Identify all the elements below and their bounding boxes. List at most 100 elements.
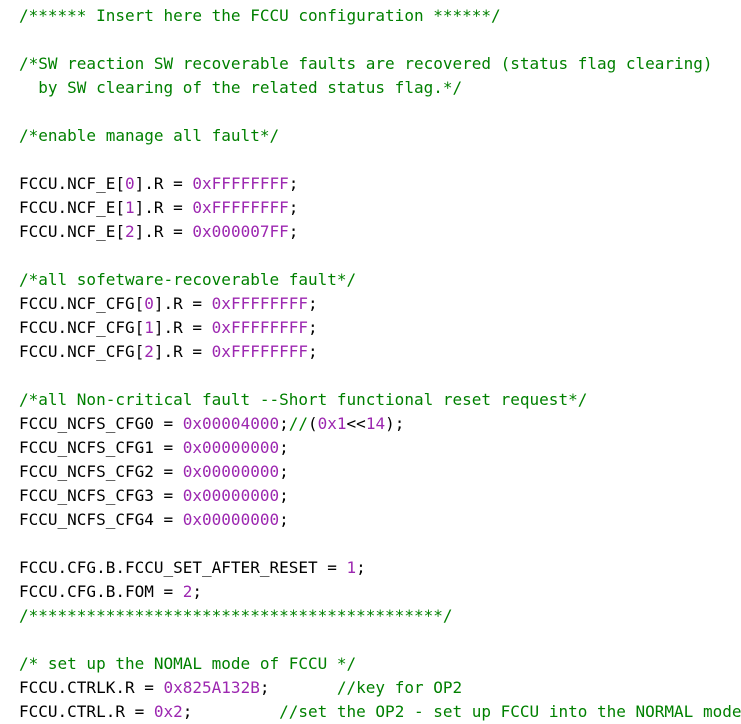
code-line[interactable] [19, 532, 741, 556]
code-line[interactable] [19, 244, 741, 268]
code-token-plain: FCCU.NCF_E[ [19, 198, 125, 217]
code-line[interactable]: FCCU_NCFS_CFG4 = 0x00000000; [19, 508, 741, 532]
code-token-comment: /*all sofetware-recoverable fault*/ [19, 270, 357, 289]
code-token-plain: ; [279, 462, 289, 481]
code-line[interactable]: FCCU_NCFS_CFG3 = 0x00000000; [19, 484, 741, 508]
code-token-comment: // [288, 414, 308, 433]
code-token-plain: ; [259, 678, 337, 697]
code-line[interactable] [19, 364, 741, 388]
code-token-plain: FCCU.CFG.B.FCCU_SET_AFTER_RESET = [19, 558, 347, 577]
code-token-num: 0x1 [317, 414, 347, 433]
code-token-comment: /*SW reaction SW recoverable faults are … [19, 54, 713, 73]
code-token-plain: FCCU.NCF_CFG[ [19, 294, 145, 313]
code-token-comment: /***************************************… [19, 606, 453, 625]
code-token-plain: FCCU_NCFS_CFG4 = [19, 510, 183, 529]
code-token-plain: ; [279, 438, 289, 457]
code-line[interactable]: FCCU.CTRLK.R = 0x825A132B; //key for OP2 [19, 676, 741, 700]
code-token-plain: FCCU.CTRLK.R = [19, 678, 164, 697]
code-token-plain: FCCU.CFG.B.FOM = [19, 582, 183, 601]
code-token-comment: //set the OP2 - set up FCCU into the NOR… [279, 702, 741, 721]
code-token-plain: ].R = [134, 222, 193, 241]
code-token-plain: ; [308, 318, 318, 337]
code-token-num: 2 [124, 222, 135, 241]
code-line[interactable]: FCCU.NCF_E[2].R = 0x000007FF; [19, 220, 741, 244]
code-token-comment: //key for OP2 [336, 678, 463, 697]
code-line[interactable] [19, 148, 741, 172]
code-token-plain: FCCU.NCF_CFG[ [19, 342, 145, 361]
code-line[interactable]: /* set up the NOMAL mode of FCCU */ [19, 652, 741, 676]
code-token-plain: ; [308, 342, 318, 361]
code-token-plain: ].R = [153, 342, 212, 361]
code-token-plain: ; [308, 294, 318, 313]
code-token-comment: by SW clearing of the related status fla… [19, 78, 463, 97]
code-line[interactable]: FCCU.CFG.B.FOM = 2; [19, 580, 741, 604]
code-token-plain: ; [288, 174, 299, 193]
code-line[interactable]: /****** Insert here the FCCU configurati… [19, 4, 741, 28]
code-line[interactable]: FCCU.CTRL.R = 0x2; //set the OP2 - set u… [19, 700, 741, 724]
code-token-num: 1 [144, 318, 154, 337]
code-line[interactable]: FCCU.NCF_CFG[0].R = 0xFFFFFFFF; [19, 292, 741, 316]
code-line[interactable]: FCCU_NCFS_CFG0 = 0x00004000;//(0x1<<14); [19, 412, 741, 436]
code-token-num: 0xFFFFFFFF [211, 294, 308, 313]
code-token-num: 0x00004000 [182, 414, 280, 433]
code-token-plain: ; [288, 198, 299, 217]
code-token-plain: << [346, 414, 366, 433]
code-token-plain: ; [279, 510, 289, 529]
code-token-plain: ; [279, 486, 289, 505]
code-token-num: 0x2 [153, 702, 183, 721]
code-token-comment: /****** Insert here the FCCU configurati… [19, 6, 501, 25]
code-token-plain: ); [385, 414, 405, 433]
code-token-num: 0xFFFFFFFF [211, 318, 308, 337]
code-token-num: 0x00000000 [182, 462, 280, 481]
code-token-num: 0x00000000 [182, 510, 280, 529]
code-line[interactable] [19, 628, 741, 652]
code-token-plain: ].R = [134, 198, 193, 217]
code-token-plain: FCCU_NCFS_CFG2 = [19, 462, 183, 481]
code-token-num: 0x00000000 [182, 486, 280, 505]
code-line[interactable]: /*all Non-critical fault --Short functio… [19, 388, 741, 412]
code-token-num: 0 [144, 294, 154, 313]
code-token-plain: ; [279, 414, 289, 433]
code-line[interactable]: /***************************************… [19, 604, 741, 628]
code-token-plain: ( [308, 414, 318, 433]
code-token-comment: /* set up the NOMAL mode of FCCU */ [19, 654, 357, 673]
code-token-plain: ].R = [153, 294, 212, 313]
code-token-num: 0x000007FF [192, 222, 289, 241]
code-token-plain: ].R = [153, 318, 212, 337]
code-line-list: /****** Insert here the FCCU configurati… [0, 0, 741, 724]
code-token-plain: ; [182, 702, 280, 721]
code-line[interactable]: /*enable manage all fault*/ [19, 124, 741, 148]
code-line[interactable]: FCCU_NCFS_CFG1 = 0x00000000; [19, 436, 741, 460]
code-line[interactable] [19, 100, 741, 124]
code-token-num: 2 [144, 342, 154, 361]
code-token-plain: FCCU_NCFS_CFG1 = [19, 438, 183, 457]
code-token-num: 0x00000000 [182, 438, 280, 457]
code-line[interactable]: FCCU.NCF_E[1].R = 0xFFFFFFFF; [19, 196, 741, 220]
code-token-num: 0x825A132B [163, 678, 260, 697]
code-line[interactable]: FCCU.NCF_CFG[1].R = 0xFFFFFFFF; [19, 316, 741, 340]
code-token-num: 0xFFFFFFFF [192, 198, 289, 217]
code-token-plain: ; [356, 558, 366, 577]
code-line[interactable]: FCCU_NCFS_CFG2 = 0x00000000; [19, 460, 741, 484]
code-line[interactable]: by SW clearing of the related status fla… [19, 76, 741, 100]
code-token-plain: FCCU.CTRL.R = [19, 702, 154, 721]
code-token-plain: FCCU_NCFS_CFG3 = [19, 486, 183, 505]
code-line[interactable] [19, 28, 741, 52]
code-token-plain: FCCU.NCF_E[ [19, 222, 125, 241]
code-token-num: 0 [124, 174, 135, 193]
code-token-num: 1 [346, 558, 357, 577]
code-line[interactable]: /*all sofetware-recoverable fault*/ [19, 268, 741, 292]
code-token-num: 14 [365, 414, 386, 433]
code-line[interactable]: FCCU.NCF_E[0].R = 0xFFFFFFFF; [19, 172, 741, 196]
code-token-comment: /*enable manage all fault*/ [19, 126, 280, 145]
code-token-num: 0xFFFFFFFF [211, 342, 308, 361]
code-line[interactable]: /*SW reaction SW recoverable faults are … [19, 52, 741, 76]
code-token-plain: ; [192, 582, 203, 601]
code-line[interactable]: FCCU.NCF_CFG[2].R = 0xFFFFFFFF; [19, 340, 741, 364]
code-token-plain: FCCU.NCF_CFG[ [19, 318, 145, 337]
code-token-num: 1 [124, 198, 135, 217]
code-token-comment: /*all Non-critical fault --Short functio… [19, 390, 588, 409]
code-editor[interactable]: /****** Insert here the FCCU configurati… [0, 0, 741, 721]
code-line[interactable]: FCCU.CFG.B.FCCU_SET_AFTER_RESET = 1; [19, 556, 741, 580]
code-token-plain: ].R = [134, 174, 193, 193]
